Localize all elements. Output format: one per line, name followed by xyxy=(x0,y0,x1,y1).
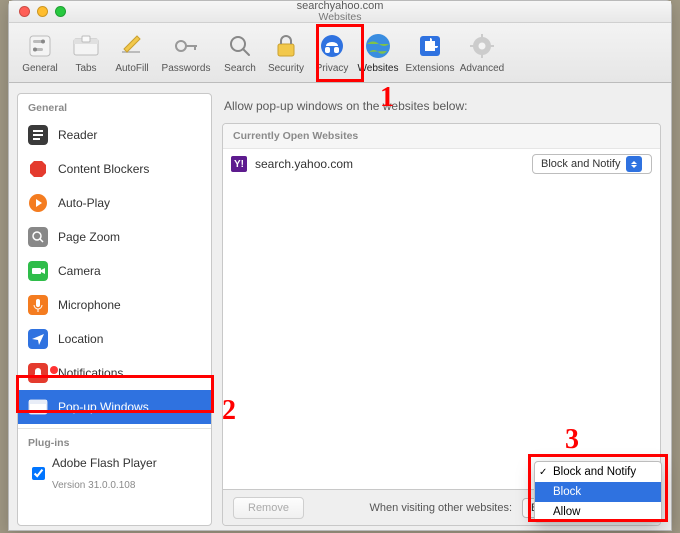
sidebar-item-label: Location xyxy=(58,332,103,346)
button-label: Remove xyxy=(248,502,289,514)
toolbar-search[interactable]: Search xyxy=(217,26,263,80)
toolbar-label: Privacy xyxy=(316,63,349,74)
toolbar-privacy[interactable]: Privacy xyxy=(309,26,355,80)
website-policy-select[interactable]: Block and Notify xyxy=(532,154,652,174)
window-icon xyxy=(28,397,48,417)
list-empty-space xyxy=(223,179,660,489)
sidebar-item-camera[interactable]: Camera xyxy=(18,254,211,288)
yahoo-favicon: Y! xyxy=(231,156,247,172)
sidebar-item-page-zoom[interactable]: Page Zoom xyxy=(18,220,211,254)
sidebar-item-label: Content Blockers xyxy=(58,162,149,176)
pencil-icon xyxy=(118,32,146,60)
dropdown-option-allow[interactable]: Allow xyxy=(535,502,661,522)
plugin-name: Adobe Flash Player xyxy=(52,456,157,470)
sidebar-item-content-blockers[interactable]: Content Blockers xyxy=(18,152,211,186)
camera-icon xyxy=(28,261,48,281)
websites-sidebar: General Reader Content Blockers Auto-Pla… xyxy=(17,93,212,526)
sidebar-item-label: Camera xyxy=(58,264,101,278)
stop-icon xyxy=(28,159,48,179)
lock-icon xyxy=(272,32,300,60)
sidebar-item-reader[interactable]: Reader xyxy=(18,118,211,152)
sidebar-item-label: Reader xyxy=(58,128,97,142)
bell-icon xyxy=(28,363,48,383)
sidebar-item-flash[interactable]: Adobe Flash Player Version 31.0.0.108 xyxy=(18,453,211,493)
other-websites-label: When visiting other websites: xyxy=(370,502,512,514)
toolbar-label: Websites xyxy=(358,63,399,74)
window-title: Websites xyxy=(9,12,671,23)
dropdown-option-block-notify[interactable]: Block and Notify xyxy=(535,462,661,482)
sidebar-item-auto-play[interactable]: Auto-Play xyxy=(18,186,211,220)
toolbar-label: AutoFill xyxy=(115,63,148,74)
sidebar-divider xyxy=(18,428,211,429)
reader-icon xyxy=(28,125,48,145)
toolbar-label: General xyxy=(22,63,58,74)
toolbar-passwords[interactable]: Passwords xyxy=(155,26,217,80)
sidebar-item-notifications[interactable]: Notifications xyxy=(18,356,211,390)
zoom-icon xyxy=(28,227,48,247)
dropdown-option-block[interactable]: Block xyxy=(535,482,661,502)
gear-icon xyxy=(468,32,496,60)
tabs-icon xyxy=(72,32,100,60)
toolbar-label: Extensions xyxy=(406,63,455,74)
select-value: Block and Notify xyxy=(541,158,620,170)
puzzle-icon xyxy=(416,32,444,60)
sidebar-item-label: Microphone xyxy=(58,298,121,312)
sidebar-item-location[interactable]: Location xyxy=(18,322,211,356)
titlebar: searchyahoo.com Websites xyxy=(9,1,671,23)
sidebar-item-label: Auto-Play xyxy=(58,196,110,210)
website-domain: search.yahoo.com xyxy=(255,157,524,171)
toolbar-advanced[interactable]: Advanced xyxy=(459,26,505,80)
location-icon xyxy=(28,329,48,349)
sidebar-section-plugins: Plug-ins xyxy=(18,433,211,453)
toolbar-general[interactable]: General xyxy=(17,26,63,80)
toolbar-label: Advanced xyxy=(460,63,504,74)
sidebar-section-general: General xyxy=(18,98,211,118)
sidebar-item-label: Notifications xyxy=(58,366,123,380)
globe-icon xyxy=(364,32,392,60)
plugin-checkbox[interactable] xyxy=(32,467,45,480)
sidebar-item-label: Page Zoom xyxy=(58,230,120,244)
toolbar-security[interactable]: Security xyxy=(263,26,309,80)
sidebar-item-popup-windows[interactable]: Pop-up Windows xyxy=(18,390,211,424)
toolbar-autofill[interactable]: AutoFill xyxy=(109,26,155,80)
key-icon xyxy=(172,32,200,60)
toolbar-websites[interactable]: Websites xyxy=(355,26,401,80)
toolbar-extensions[interactable]: Extensions xyxy=(401,26,459,80)
switches-icon xyxy=(26,32,54,60)
sidebar-item-label: Pop-up Windows xyxy=(58,400,149,414)
privacy-icon xyxy=(318,32,346,60)
search-icon xyxy=(226,32,254,60)
policy-dropdown-menu[interactable]: Block and Notify Block Allow xyxy=(534,461,662,523)
main-header: Allow pop-up windows on the websites bel… xyxy=(222,93,661,123)
toolbar-tabs[interactable]: Tabs xyxy=(63,26,109,80)
toolbar-label: Passwords xyxy=(162,63,211,74)
list-caption: Currently Open Websites xyxy=(223,124,660,149)
toolbar-label: Tabs xyxy=(75,63,96,74)
preferences-toolbar: General Tabs AutoFill Passwords Search xyxy=(9,23,671,83)
play-icon xyxy=(28,193,48,213)
toolbar-label: Search xyxy=(224,63,256,74)
sidebar-item-microphone[interactable]: Microphone xyxy=(18,288,211,322)
microphone-icon xyxy=(28,295,48,315)
toolbar-label: Security xyxy=(268,63,304,74)
window-path: searchyahoo.com xyxy=(9,1,671,12)
stepper-arrows-icon xyxy=(626,156,642,172)
plugin-version: Version 31.0.0.108 xyxy=(52,480,135,491)
notification-badge xyxy=(50,366,58,374)
remove-button[interactable]: Remove xyxy=(233,497,304,519)
website-row[interactable]: Y! search.yahoo.com Block and Notify xyxy=(223,149,660,179)
